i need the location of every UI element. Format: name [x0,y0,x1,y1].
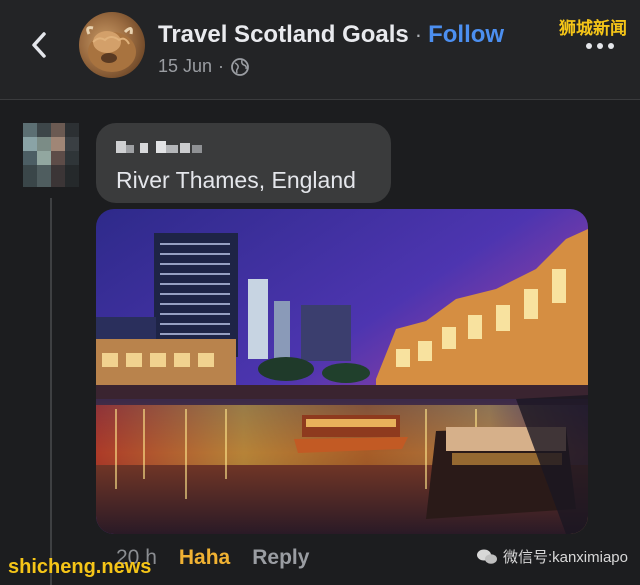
post-date[interactable]: 15 Jun [158,56,212,77]
commenter-avatar[interactable] [23,123,79,187]
watermark-bottom-right: 微信号:kanximiapo [476,546,628,567]
redaction-blur [116,141,202,153]
title-separator: · [414,22,423,47]
watermark-wechat-id: 微信号:kanximiapo [502,549,628,566]
reply-button[interactable]: Reply [252,546,309,570]
page-avatar[interactable] [79,12,145,78]
chevron-left-icon [32,32,46,58]
haha-reaction-button[interactable]: Haha [179,546,230,570]
pixelated-avatar-image [23,123,79,187]
more-horizontal-icon [586,43,592,49]
more-dot [608,43,614,49]
highland-cow-image [86,26,136,72]
more-dot [597,43,603,49]
page-name-link[interactable]: Travel Scotland Goals [158,21,409,49]
river-night-photo [96,209,588,534]
watermark-bottom-left: shicheng.news [8,556,152,578]
wechat-icon [476,549,497,564]
comment-bubble: River Thames, England [96,123,391,203]
commenter-name-redacted[interactable] [116,137,206,157]
back-button[interactable] [22,28,56,62]
follow-button[interactable]: Follow [428,21,504,49]
post-header: Travel Scotland Goals · Follow 15 Jun · … [0,0,640,100]
comment-text: River Thames, England [116,167,356,193]
thread-line [50,198,52,585]
more-options-button[interactable] [582,38,618,54]
comment-photo[interactable] [96,209,588,534]
meta-separator: · [218,56,225,76]
watermark-logo-top: 狮城新闻 [559,19,627,38]
globe-icon [231,57,249,76]
